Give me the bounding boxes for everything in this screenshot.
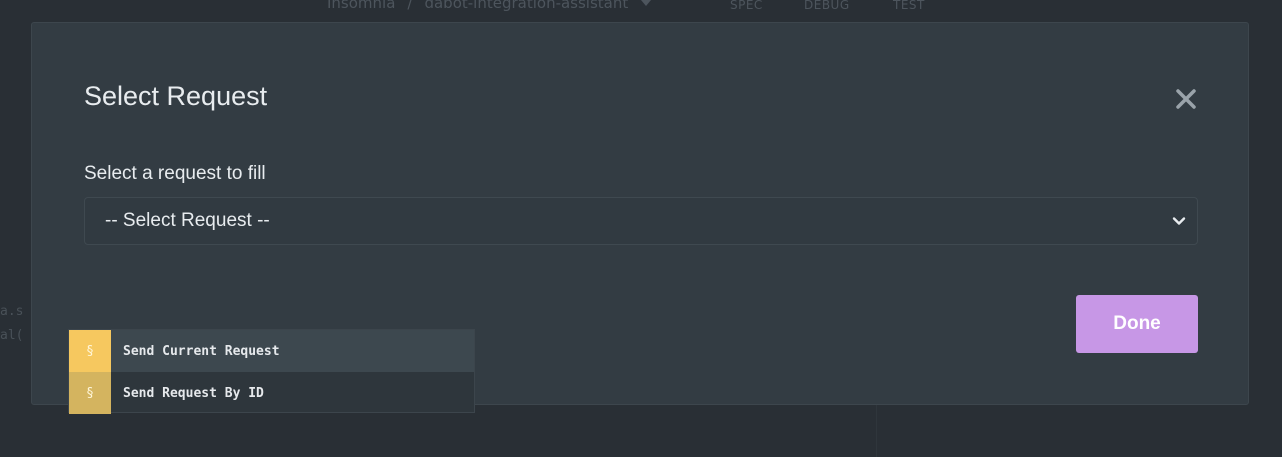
autocomplete-item-send-request-by-id[interactable]: § Send Request By ID: [69, 372, 474, 414]
tab-spec[interactable]: SPEC: [730, 0, 763, 11]
autocomplete-item-label: Send Current Request: [123, 343, 280, 359]
close-button[interactable]: [1170, 83, 1202, 115]
breadcrumb: Insomnia / dabot-integration-assistant: [327, 0, 652, 12]
request-select-value: -- Select Request --: [105, 210, 270, 231]
request-select[interactable]: -- Select Request --: [84, 197, 1198, 245]
background-code-editor: a.s al(: [0, 300, 23, 348]
close-icon: [1176, 89, 1196, 109]
modal-title: Select Request: [84, 81, 268, 111]
section-tag-icon: §: [69, 372, 111, 414]
breadcrumb-separator: /: [407, 0, 413, 12]
background-divider: [876, 405, 877, 457]
section-tag-icon: §: [69, 330, 111, 372]
breadcrumb-project[interactable]: dabot-integration-assistant: [424, 0, 628, 11]
code-line: al(: [0, 328, 24, 343]
background-header: Insomnia / dabot-integration-assistant S…: [0, 0, 1282, 14]
tab-debug[interactable]: DEBUG: [804, 0, 850, 11]
autocomplete-item-label: Send Request By ID: [123, 385, 264, 401]
chevron-down-icon[interactable]: [640, 0, 652, 9]
tab-test[interactable]: TEST: [893, 0, 925, 11]
breadcrumb-app[interactable]: Insomnia: [327, 0, 395, 11]
code-line: a.s: [0, 304, 24, 319]
autocomplete-item-send-current-request[interactable]: § Send Current Request: [69, 330, 474, 372]
select-request-label: Select a request to fill: [84, 163, 266, 184]
autocomplete-dropdown: § Send Current Request § Send Request By…: [68, 329, 475, 414]
done-button[interactable]: Done: [1076, 295, 1198, 353]
chevron-down-icon: [1172, 217, 1186, 225]
